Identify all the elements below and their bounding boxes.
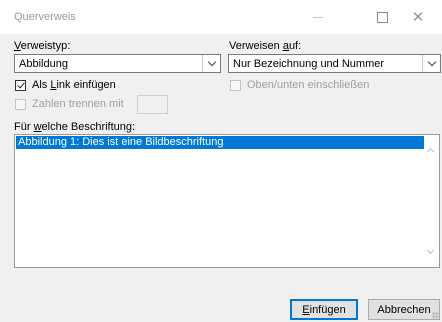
title-bar: Querverweis ✕ bbox=[0, 0, 442, 34]
reference-to-value: Nur Bezeichnung und Nummer bbox=[233, 58, 385, 70]
separator-input[interactable] bbox=[137, 95, 168, 114]
insert-button[interactable]: Einfügen bbox=[290, 299, 358, 320]
above-below-label: Oben/unten einschließen bbox=[247, 79, 370, 91]
chevron-down-icon bbox=[427, 57, 436, 67]
reference-type-value: Abbildung bbox=[19, 58, 68, 70]
vertical-scrollbar[interactable] bbox=[424, 135, 439, 267]
insert-as-link-checkbox[interactable] bbox=[15, 80, 26, 91]
reference-type-label: Verweistyp: bbox=[14, 40, 71, 52]
window-title: Querverweis bbox=[14, 11, 76, 23]
reference-type-select[interactable]: Abbildung bbox=[14, 54, 221, 73]
insert-as-link-label[interactable]: Als Link einfügen bbox=[32, 79, 116, 91]
reference-to-label: Verweisen auf: bbox=[229, 40, 302, 52]
list-item[interactable]: Abbildung 1: Dies ist eine Bildbeschrift… bbox=[16, 136, 426, 149]
close-button[interactable]: ✕ bbox=[396, 0, 440, 34]
reference-to-select[interactable]: Nur Bezeichnung und Nummer bbox=[228, 54, 441, 73]
minimize-button[interactable] bbox=[296, 0, 340, 34]
chevron-down-icon bbox=[207, 57, 216, 67]
checkmark-icon bbox=[17, 80, 25, 89]
separate-numbers-checkbox[interactable] bbox=[15, 99, 26, 110]
scroll-up-icon[interactable] bbox=[426, 147, 435, 156]
cancel-button[interactable]: Abbrechen bbox=[368, 299, 440, 320]
maximize-icon bbox=[376, 11, 388, 23]
minimize-icon bbox=[313, 16, 323, 18]
scroll-down-icon[interactable] bbox=[426, 246, 435, 255]
resize-grip-icon[interactable] bbox=[432, 312, 440, 320]
reference-to-dropdown-arrow[interactable] bbox=[422, 55, 440, 72]
close-icon: ✕ bbox=[411, 9, 425, 26]
reference-type-dropdown-arrow[interactable] bbox=[202, 55, 220, 72]
separate-numbers-label: Zahlen trennen mit bbox=[32, 98, 124, 110]
caption-list-label: Für welche Beschriftung: bbox=[14, 121, 136, 133]
above-below-checkbox[interactable] bbox=[230, 80, 241, 91]
caption-listbox[interactable]: Abbildung 1: Dies ist eine Bildbeschrift… bbox=[14, 134, 440, 268]
